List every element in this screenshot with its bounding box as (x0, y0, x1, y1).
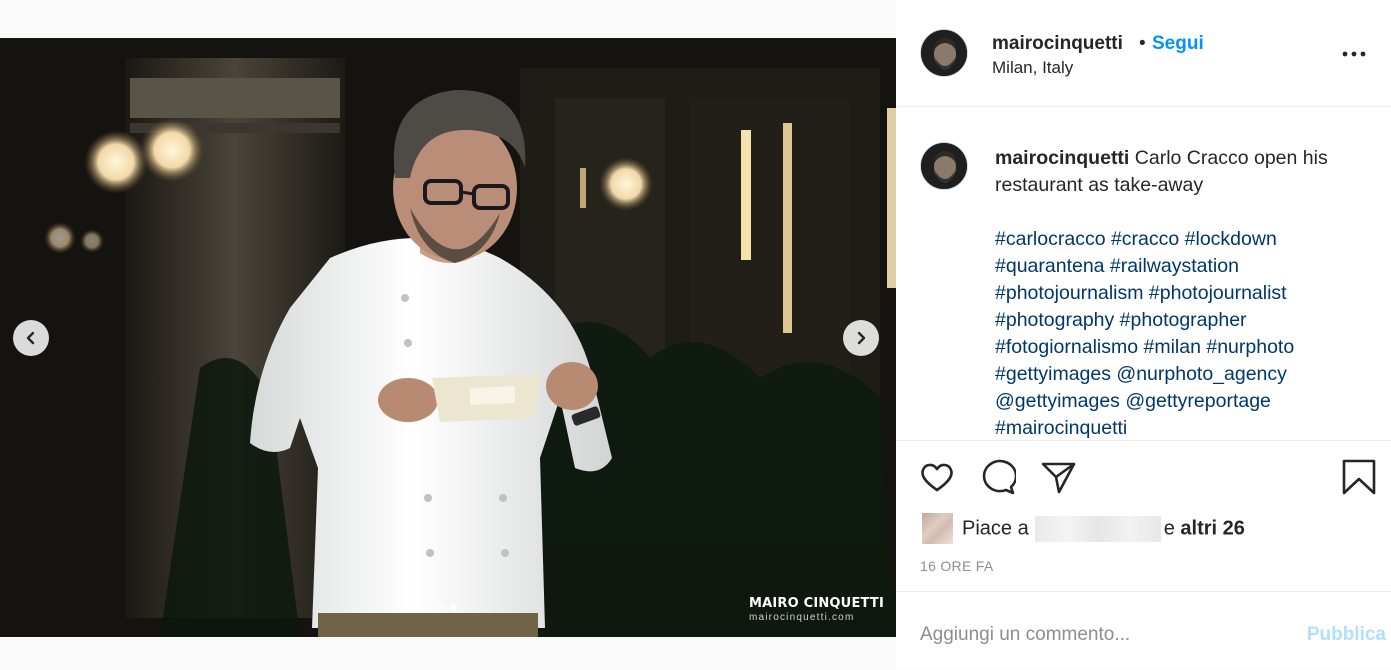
post-location[interactable]: Milan, Italy (992, 58, 1073, 78)
media-bottom-gutter (0, 637, 896, 669)
likes-text: Piace a e altri 26 (962, 515, 1245, 542)
paper-plane-icon (1041, 462, 1076, 494)
comment-box: Pubblica (896, 591, 1391, 670)
caption-section: mairocinquetti Carlo Cracco open his res… (896, 107, 1391, 440)
hashtag-line[interactable]: #fotogiornalismo #milan #nurphoto (995, 336, 1294, 358)
carousel-dot-active (450, 604, 457, 611)
post-caption: mairocinquetti Carlo Cracco open his res… (995, 145, 1365, 440)
save-button[interactable] (1341, 459, 1377, 495)
carousel-dot (438, 604, 445, 611)
carousel-indicator (426, 604, 457, 611)
photo-watermark: MAIRO CINQUETTI mairocinquetti.com (749, 596, 884, 623)
more-horizontal-icon (1342, 51, 1366, 57)
post-media[interactable]: MAIRO CINQUETTI mairocinquetti.com (0, 38, 896, 637)
follow-button[interactable]: Segui (1152, 33, 1204, 55)
avatar[interactable] (920, 142, 968, 190)
like-button[interactable] (919, 459, 955, 495)
publish-button[interactable]: Pubblica (1307, 624, 1386, 646)
header-username[interactable]: mairocinquetti (992, 33, 1123, 55)
comment-input[interactable] (920, 620, 1260, 650)
avatar-image (921, 143, 967, 189)
hashtag-line[interactable]: #photojournalism #photojournalist (995, 282, 1287, 304)
header-separator: • (1139, 33, 1146, 54)
blurred-username[interactable] (1034, 515, 1161, 542)
post-actions: Piace a e altri 26 16 ORE FA (896, 440, 1391, 591)
hashtag-line[interactable]: #photography #photographer (995, 309, 1247, 331)
likes-summary[interactable]: Piace a e altri 26 (922, 513, 1245, 544)
likes-prefix: Piace a (962, 516, 1029, 539)
carousel-prev-button[interactable] (13, 320, 49, 356)
caption-hashtags: #carlocracco #cracco #lockdown #quarante… (995, 226, 1365, 440)
watermark-url: mairocinquetti.com (748, 612, 855, 623)
hashtag-line[interactable]: #mairocinquetti (995, 417, 1127, 439)
hashtag-line[interactable]: #gettyimages @nurphoto_agency (995, 363, 1287, 385)
comment-icon (982, 459, 1018, 495)
comment-button[interactable] (980, 459, 1018, 495)
chevron-right-icon (857, 331, 866, 345)
share-button[interactable] (1040, 459, 1076, 495)
post-sidebar: mairocinquetti • Segui Milan, Italy mair… (896, 0, 1391, 669)
carousel-next-button[interactable] (843, 320, 879, 356)
post-header: mairocinquetti • Segui Milan, Italy (896, 0, 1391, 107)
bookmark-icon (1342, 459, 1376, 495)
hashtag-line[interactable]: #carlocracco #cracco #lockdown (995, 228, 1277, 250)
heart-icon (921, 463, 953, 492)
post-timestamp[interactable]: 16 ORE FA (920, 558, 994, 574)
liker-avatar[interactable] (922, 513, 953, 544)
carousel-dot (426, 604, 433, 611)
hashtag-line[interactable]: @gettyimages @gettyreportage (995, 390, 1271, 412)
post-photo (0, 38, 896, 637)
likes-others[interactable]: altri 26 (1180, 517, 1244, 539)
likes-connector: e (1163, 516, 1175, 539)
avatar-image (921, 30, 967, 76)
more-options-button[interactable] (1342, 44, 1366, 64)
avatar[interactable] (920, 29, 968, 77)
chevron-left-icon (26, 331, 35, 345)
media-top-gutter (0, 0, 896, 38)
watermark-name: MAIRO CINQUETTI (748, 596, 884, 611)
caption-username[interactable]: mairocinquetti (995, 147, 1129, 169)
hashtag-line[interactable]: #quarantena #railwaystation (995, 255, 1239, 277)
